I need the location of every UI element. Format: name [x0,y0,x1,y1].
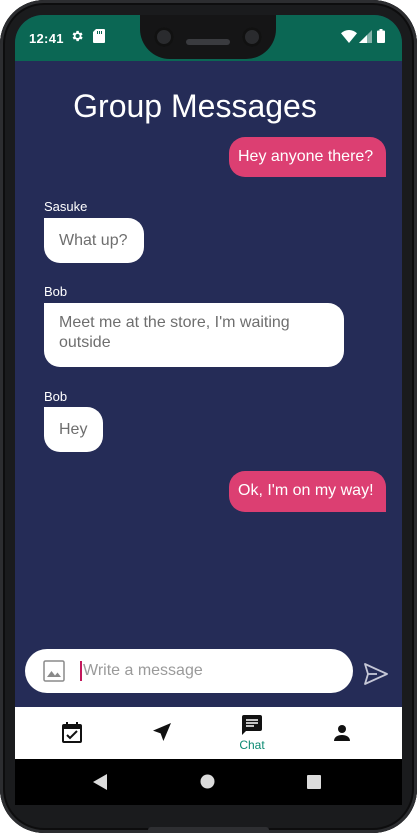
calendar-check-icon [62,722,82,743]
navigation-arrow-icon [153,723,171,741]
system-navigation-bar [15,759,402,805]
send-icon[interactable] [364,663,388,690]
nav-item-profile[interactable] [294,707,390,759]
phone-frame-edge [148,827,269,833]
message-sender-name: Sasuke [44,199,88,214]
app-screen: 12:41 Group Messages Hey anyone there? S… [15,15,402,805]
bottom-navigation: Chat [15,707,402,759]
message-sender-name: Bob [44,389,68,404]
phone-frame: 12:41 Group Messages Hey anyone there? S… [0,0,417,833]
page-title: Group Messages [73,88,317,124]
earpiece-speaker [186,39,230,45]
chat-icon [242,715,262,735]
nav-item-calendar[interactable] [24,707,120,759]
wifi-icon [341,30,357,48]
message-bubble-incoming: Hey [44,407,103,452]
message-bubble-incoming: What up? [44,218,144,263]
battery-icon [377,29,385,48]
message-composer [25,649,353,693]
sd-card-icon [93,29,105,48]
person-icon [334,725,350,741]
nav-item-chat[interactable]: Chat [204,707,300,759]
status-time: 12:41 [29,31,64,46]
camera-notch [140,15,276,59]
message-sender-name: Bob [44,284,68,299]
recents-icon[interactable] [307,775,321,789]
front-camera [242,27,262,47]
home-icon[interactable] [200,774,215,789]
message-input[interactable] [83,661,333,681]
front-camera [154,27,174,47]
message-bubble-outgoing: Hey anyone there? [229,137,386,177]
back-icon[interactable] [93,774,107,790]
text-cursor [80,661,82,681]
message-bubble-incoming: Meet me at the store, I'm waiting outsid… [44,303,344,367]
gear-icon [70,29,84,48]
message-bubble-outgoing: Ok, I'm on my way! [229,471,386,512]
nav-label-chat: Chat [239,738,265,752]
image-attach-icon[interactable] [43,660,65,687]
nav-item-navigation[interactable] [114,707,210,759]
cellular-signal-icon [359,30,372,48]
